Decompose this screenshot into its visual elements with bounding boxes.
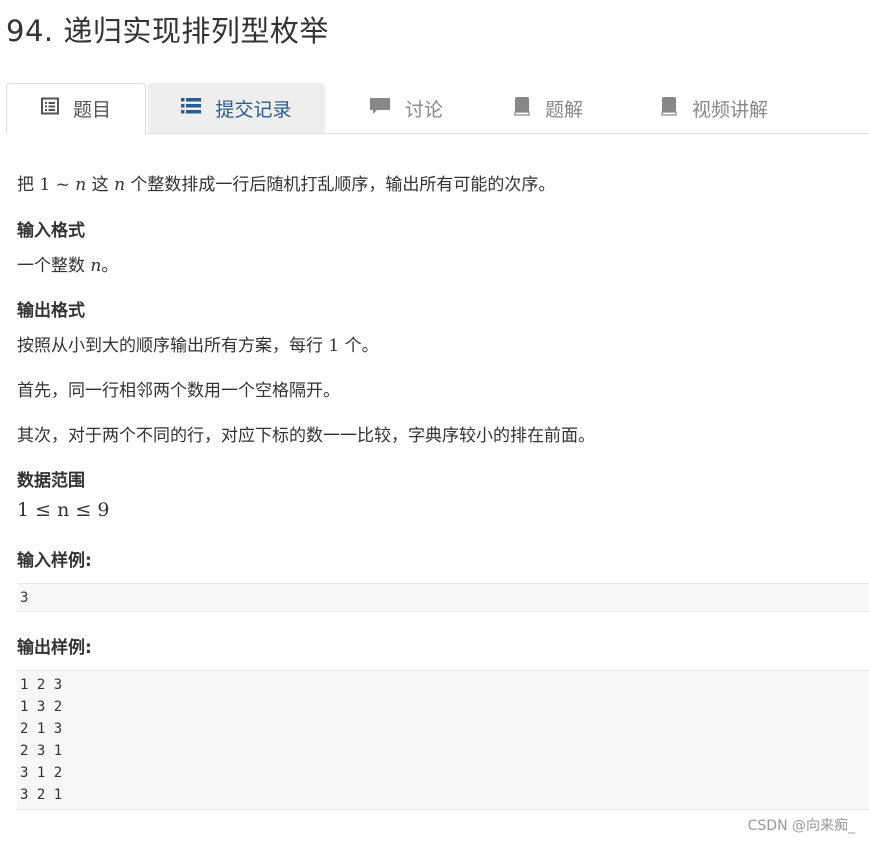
comment-icon bbox=[369, 96, 391, 121]
page-title: 94. 递归实现排列型枚举 bbox=[6, 14, 329, 48]
watermark: CSDN @向来痴_ bbox=[747, 818, 855, 834]
code-line: 2 1 3 bbox=[20, 721, 63, 737]
code-line: 1 2 3 bbox=[20, 677, 63, 693]
tab-label: 题目 bbox=[72, 99, 111, 121]
tab-discussion[interactable]: 讨论 bbox=[336, 83, 476, 133]
output-format-line1: 按照从小到大的顺序输出所有方案，每行 1 个。 bbox=[17, 336, 379, 356]
input-format-text: 一个整数 n。 bbox=[17, 256, 119, 276]
tab-label: 讨论 bbox=[404, 98, 443, 121]
sample-input-code: 3 bbox=[17, 583, 869, 612]
data-range-formula: 1 ≤ n ≤ 9 bbox=[17, 499, 110, 521]
sample-input-heading: 输入样例: bbox=[17, 551, 92, 571]
book-icon bbox=[513, 96, 531, 121]
output-format-line2: 首先，同一行相邻两个数用一个空格隔开。 bbox=[17, 381, 340, 401]
sample-output-heading: 输出样例: bbox=[17, 638, 92, 658]
input-format-heading: 输入格式 bbox=[17, 221, 85, 241]
sample-output-code: 1 2 3 1 3 2 2 1 3 2 3 1 3 1 2 3 2 1 bbox=[17, 670, 869, 810]
tab-problem[interactable]: 题目 bbox=[6, 83, 146, 134]
code-line: 3 bbox=[20, 590, 29, 606]
list-alt-icon bbox=[40, 97, 59, 120]
tab-label: 题解 bbox=[544, 98, 583, 121]
tab-solutions[interactable]: 题解 bbox=[478, 83, 618, 133]
output-format-line3: 其次，对于两个不同的行，对应下标的数一一比较，字典序较小的排在前面。 bbox=[17, 426, 595, 446]
list-icon bbox=[181, 97, 202, 120]
problem-description: 把 1 ~ n 这 n 个整数排成一行后随机打乱顺序，输出所有可能的次序。 bbox=[17, 175, 556, 195]
code-line: 1 3 2 bbox=[20, 699, 63, 715]
tab-label: 视频讲解 bbox=[691, 98, 768, 121]
book-icon bbox=[660, 96, 678, 121]
tab-submissions[interactable]: 提交记录 bbox=[148, 83, 325, 133]
data-range-heading: 数据范围 bbox=[17, 471, 85, 491]
tab-video[interactable]: 视频讲解 bbox=[634, 83, 794, 133]
output-format-heading: 输出格式 bbox=[17, 301, 85, 321]
tab-label: 提交记录 bbox=[215, 98, 292, 121]
code-line: 3 2 1 bbox=[20, 787, 63, 803]
code-line: 3 1 2 bbox=[20, 765, 63, 781]
code-line: 2 3 1 bbox=[20, 743, 63, 759]
problem-tabs: 题目 提交记录 讨论 题解 视频讲解 bbox=[6, 83, 869, 134]
